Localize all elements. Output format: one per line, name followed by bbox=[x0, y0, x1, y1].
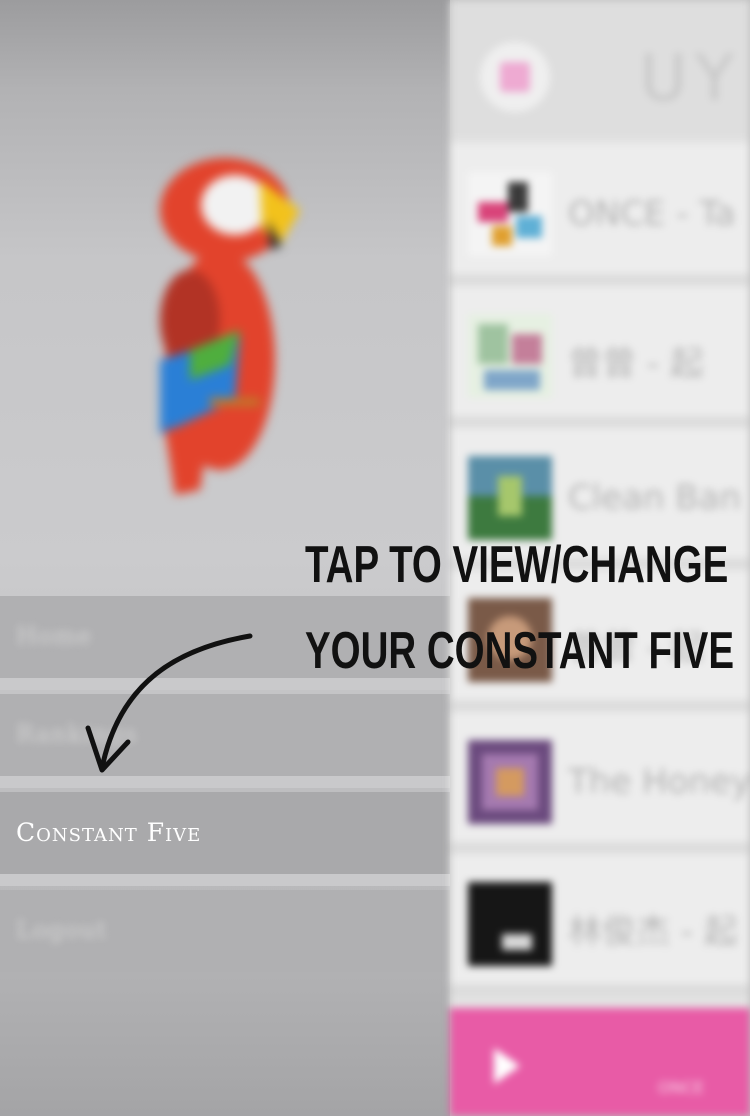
album-art-icon bbox=[468, 740, 552, 824]
album-art-icon bbox=[468, 882, 552, 966]
menu-item-logout[interactable]: Logout bbox=[0, 890, 450, 972]
song-title: ONCE - Ta bbox=[568, 194, 736, 234]
song-title: Clean Ban bbox=[568, 478, 742, 518]
menu-toggle-icon[interactable] bbox=[480, 42, 550, 112]
callout-line-1: TAP TO VIEW/CHANGE bbox=[305, 536, 729, 594]
album-art-icon bbox=[468, 314, 552, 398]
now-playing-text: ONCE bbox=[658, 1078, 704, 1097]
callout-line-2: YOUR CONSTANT FIVE bbox=[305, 622, 734, 680]
callout-arrow-icon bbox=[85, 633, 253, 773]
app-header: UY bbox=[450, 0, 750, 138]
menu-divider bbox=[0, 874, 450, 886]
menu-item-label: Logout bbox=[16, 916, 108, 944]
tutorial-callout: TAP TO VIEW/CHANGE YOUR CONSTANT FIVE bbox=[305, 522, 734, 694]
menu-item-label: Constant Five bbox=[16, 818, 202, 847]
song-title: 曾曾 - 起 bbox=[568, 344, 704, 384]
album-art-icon bbox=[468, 172, 552, 256]
song-row[interactable]: ONCE - Ta bbox=[450, 144, 750, 286]
song-row[interactable]: The Honey bbox=[450, 712, 750, 854]
play-icon[interactable] bbox=[494, 1048, 520, 1084]
song-title: The Honey bbox=[568, 762, 750, 802]
song-row[interactable]: 曾曾 - 起 bbox=[450, 286, 750, 428]
song-title: 林俊杰 - 起 bbox=[568, 912, 738, 952]
drawer-caption bbox=[115, 546, 315, 562]
mini-player[interactable]: ONCE bbox=[450, 1008, 750, 1116]
parrot-logo-icon bbox=[160, 158, 300, 495]
app-title: UY bbox=[640, 42, 742, 116]
menu-item-constant-five[interactable]: Constant Five bbox=[0, 792, 450, 874]
song-row[interactable]: 林俊杰 - 起 bbox=[450, 854, 750, 996]
